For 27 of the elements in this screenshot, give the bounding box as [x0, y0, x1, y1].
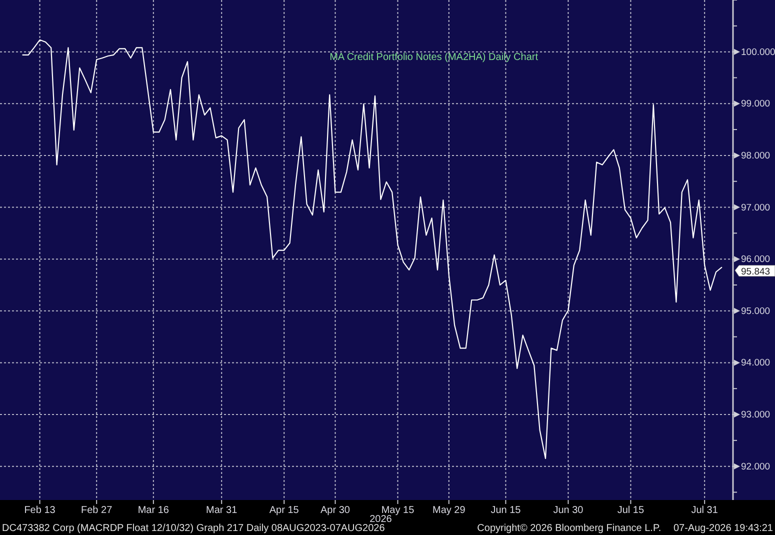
axis-label: 99.000: [741, 98, 770, 110]
axis-label: 95.000: [741, 306, 770, 317]
axis-label: 94.000: [741, 358, 770, 369]
chart-title: MA Credit Portfolio Notes (MA2HA) Daily Chart: [330, 52, 538, 63]
axis-label: Feb 13: [24, 505, 56, 516]
axis-label: Feb 27: [81, 505, 112, 516]
axis-label: Apr 15: [269, 505, 299, 516]
footer-timestamp: 07-Aug-2026 19:43:21: [673, 522, 773, 535]
axis-label: 98.000: [741, 150, 770, 162]
axis-label: Jun 30: [553, 505, 584, 516]
axis-label: Mar 16: [138, 505, 169, 516]
axis-label: Jul 15: [617, 505, 644, 516]
axis-label: Apr 30: [320, 505, 350, 516]
axis-label: 96.000: [741, 254, 770, 266]
year-label: 2026: [370, 514, 392, 522]
axis-label: Mar 31: [206, 505, 238, 516]
axis-label: 93.000: [741, 410, 770, 420]
axis-label: 92.000: [741, 461, 770, 472]
axis-label: 100.000: [741, 46, 775, 58]
axis-label: May 29: [432, 505, 466, 516]
last-value-flag: 95.843: [734, 265, 775, 278]
axis-label: 97.000: [741, 202, 770, 214]
axis-label: Jun 15: [490, 505, 521, 516]
axis-label: May 15: [381, 505, 414, 516]
axis-label: Jul 31: [691, 505, 718, 516]
footer-copyright: Copyright© 2026 Bloomberg Finance L.P.: [477, 522, 662, 535]
footer-security-info: DC473382 Corp (MACRDP Float 12/10/32) Graph 217 Daily 08AUG2023-07AUG2026: [2, 522, 385, 535]
